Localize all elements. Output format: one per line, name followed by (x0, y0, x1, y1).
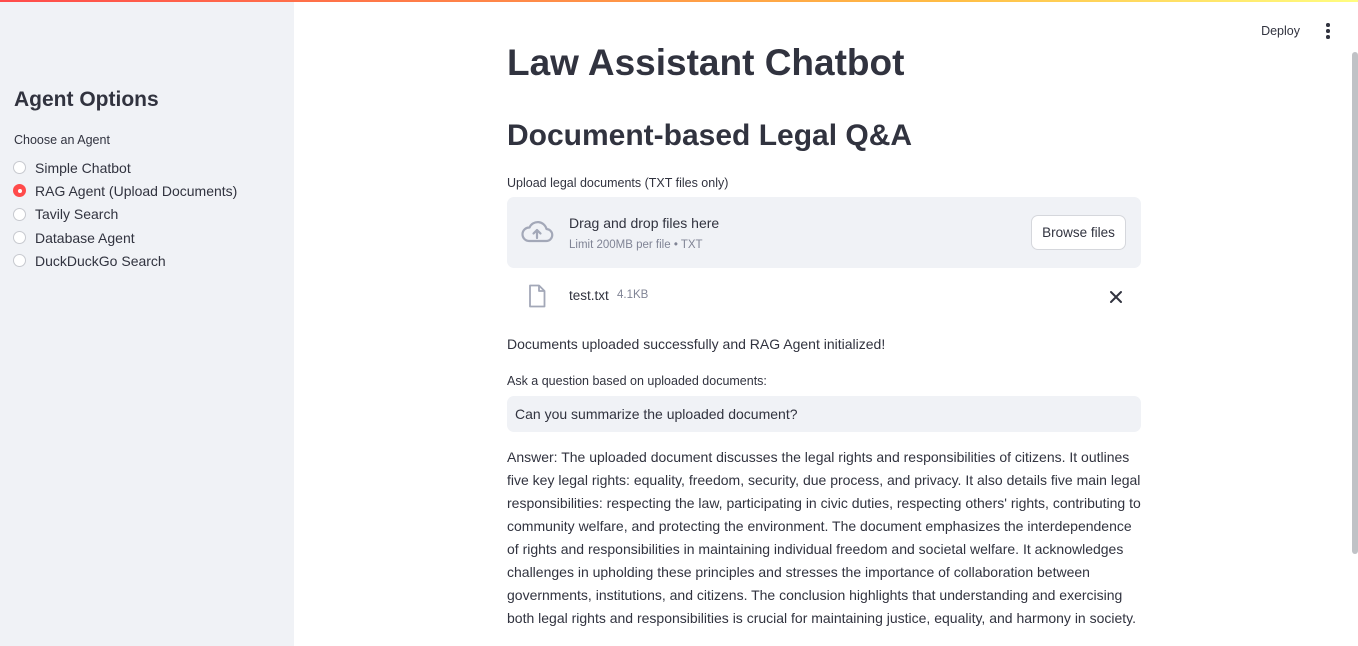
radio-button-selected[interactable] (13, 184, 26, 198)
browse-files-button[interactable]: Browse files (1031, 215, 1126, 250)
scrollbar[interactable] (1352, 52, 1358, 554)
radio-option-label: Database Agent (35, 229, 135, 246)
radio-option-label: RAG Agent (Upload Documents) (35, 182, 238, 199)
header-actions: Deploy (1261, 20, 1336, 42)
success-message: Documents uploaded successfully and RAG … (507, 336, 886, 352)
close-icon[interactable] (1109, 290, 1123, 304)
upload-label: Upload legal documents (TXT files only) (507, 176, 729, 190)
radio-button[interactable] (13, 161, 26, 175)
radio-option-label: DuckDuckGo Search (35, 252, 166, 269)
radio-button[interactable] (13, 207, 26, 221)
question-input[interactable] (507, 396, 1141, 432)
sidebar: Agent Options Choose an Agent Simple Cha… (0, 0, 294, 646)
file-name: test.txt (569, 288, 609, 303)
file-dropzone[interactable]: Drag and drop files here Limit 200MB per… (507, 197, 1141, 268)
radio-option-database-agent[interactable]: Database Agent (13, 226, 237, 249)
radio-option-label: Tavily Search (35, 206, 119, 223)
file-icon (529, 284, 546, 308)
radio-option-duckduckgo-search[interactable]: DuckDuckGo Search (13, 249, 237, 272)
uploaded-file-row: test.txt 4.1KB (507, 282, 1141, 312)
radio-option-label: Simple Chatbot (35, 159, 131, 176)
radio-option-rag-agent[interactable]: RAG Agent (Upload Documents) (13, 179, 237, 202)
sidebar-title: Agent Options (14, 88, 159, 111)
agent-radio-group: Simple Chatbot RAG Agent (Upload Documen… (13, 156, 237, 272)
radio-option-tavily-search[interactable]: Tavily Search (13, 203, 237, 226)
top-decoration-bar (0, 0, 1358, 2)
answer-text: Answer: The uploaded document discusses … (507, 449, 1141, 626)
page-title: Law Assistant Chatbot (507, 42, 905, 83)
agent-radio-label: Choose an Agent (14, 133, 110, 147)
kebab-menu-icon[interactable] (1320, 20, 1336, 42)
radio-button[interactable] (13, 231, 26, 245)
dropzone-title: Drag and drop files here (569, 215, 720, 231)
deploy-button[interactable]: Deploy (1261, 24, 1300, 38)
radio-button[interactable] (13, 254, 26, 268)
section-title: Document-based Legal Q&A (507, 119, 913, 152)
cloud-upload-icon (521, 221, 554, 243)
radio-option-simple-chatbot[interactable]: Simple Chatbot (13, 156, 237, 179)
dropzone-limit-text: Limit 200MB per file • TXT (569, 239, 703, 251)
file-size: 4.1KB (617, 289, 649, 301)
question-label: Ask a question based on uploaded documen… (507, 374, 767, 388)
